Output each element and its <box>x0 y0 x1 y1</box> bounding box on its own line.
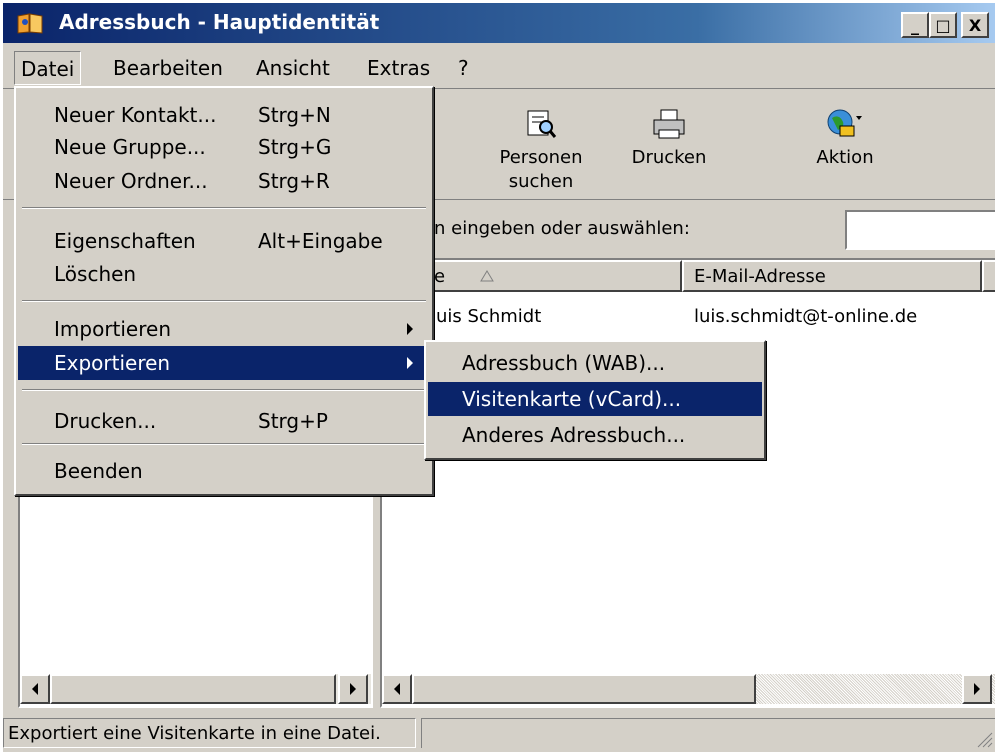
print-menu-label: Drucken... <box>54 409 157 433</box>
action-button[interactable]: Aktion <box>800 108 890 178</box>
menu-ansicht[interactable]: Ansicht <box>250 51 336 85</box>
submenu-arrow-icon <box>407 323 413 335</box>
search-people-label-line1: Personen <box>499 147 583 168</box>
menu-item-exit[interactable]: Beenden <box>18 452 430 490</box>
menu-item-import[interactable]: Importieren <box>18 310 430 348</box>
print-button[interactable]: Drucken <box>624 108 714 178</box>
column-header-extra <box>982 260 995 292</box>
title-bar[interactable]: Adressbuch - Hauptidentität _ □ X <box>3 3 995 43</box>
new-contact-shortcut: Strg+N <box>258 103 331 127</box>
maximize-button[interactable]: □ <box>929 12 957 38</box>
properties-shortcut: Alt+Eingabe <box>258 229 383 253</box>
new-group-shortcut: Strg+G <box>258 135 332 159</box>
export-label: Exportieren <box>54 351 171 375</box>
other-address-book-label: Anderes Adressbuch... <box>462 423 686 447</box>
search-people-icon <box>525 108 557 140</box>
new-folder-shortcut: Strg+R <box>258 169 330 193</box>
sort-ascending-icon <box>480 270 494 282</box>
exit-label: Beenden <box>54 459 143 483</box>
arrow-right-icon <box>350 683 356 695</box>
contact-email: luis.schmidt@t-online.de <box>694 306 918 327</box>
submenu-arrow-icon <box>407 357 413 369</box>
properties-label: Eigenschaften <box>54 229 196 253</box>
address-book-icon <box>17 12 43 34</box>
menu-separator <box>22 443 426 445</box>
import-label: Importieren <box>54 317 172 341</box>
menu-item-print[interactable]: Drucken... Strg+P <box>18 402 430 440</box>
menu-item-new-group[interactable]: Neue Gruppe... Strg+G <box>18 128 430 166</box>
arrow-left-icon <box>394 683 400 695</box>
status-bar: Exportiert eine Visitenkarte in eine Dat… <box>3 712 995 752</box>
delete-label: Löschen <box>54 262 137 286</box>
resize-grip-icon[interactable] <box>975 730 993 748</box>
folder-scroll-left-button[interactable] <box>20 674 50 704</box>
list-scroll-right-button[interactable] <box>962 674 992 704</box>
arrow-right-icon <box>974 683 980 695</box>
close-icon: X <box>968 15 982 35</box>
contact-name: uis Schmidt <box>436 306 542 327</box>
column-header-email[interactable]: E-Mail-Adresse <box>682 260 982 292</box>
list-scroll-thumb[interactable] <box>412 674 756 704</box>
submenu-item-vcard[interactable]: Visitenkarte (vCard)... <box>428 382 762 416</box>
minimize-button[interactable]: _ <box>901 12 929 38</box>
menu-extras[interactable]: Extras <box>361 51 436 85</box>
close-button[interactable]: X <box>961 12 989 38</box>
menu-separator <box>22 389 426 391</box>
menu-bearbeiten[interactable]: Bearbeiten <box>107 51 229 85</box>
minimize-icon: _ <box>911 15 919 35</box>
submenu-item-other-address-book[interactable]: Anderes Adressbuch... <box>428 418 762 452</box>
new-group-label: Neue Gruppe... <box>54 135 206 159</box>
print-label: Drucken <box>631 147 707 168</box>
menu-separator <box>22 300 426 302</box>
action-globe-icon <box>824 108 864 140</box>
menu-item-new-folder[interactable]: Neuer Ordner... Strg+R <box>18 162 430 200</box>
new-contact-label: Neuer Kontakt... <box>54 103 217 127</box>
search-prompt-label: n eingeben oder auswählen: <box>434 218 690 239</box>
menu-separator <box>22 207 426 209</box>
maximize-icon: □ <box>935 15 951 35</box>
table-row[interactable]: uis Schmidt luis.schmidt@t-online.de <box>384 296 995 332</box>
submenu-item-wab[interactable]: Adressbuch (WAB)... <box>428 346 762 380</box>
list-scroll-left-button[interactable] <box>382 674 412 704</box>
menu-datei[interactable]: Datei <box>14 51 82 85</box>
menu-item-export[interactable]: Exportieren <box>18 346 430 380</box>
column-email-label: E-Mail-Adresse <box>694 266 826 287</box>
search-name-input[interactable] <box>845 210 995 250</box>
new-folder-label: Neuer Ordner... <box>54 169 208 193</box>
wab-label: Adressbuch (WAB)... <box>462 351 666 375</box>
print-shortcut: Strg+P <box>258 409 328 433</box>
menu-help[interactable]: ? <box>452 51 475 85</box>
window-title: Adressbuch - Hauptidentität <box>59 10 380 34</box>
search-people-button[interactable]: Personen suchen <box>486 108 596 198</box>
action-label: Aktion <box>816 147 874 168</box>
status-text: Exportiert eine Visitenkarte in eine Dat… <box>3 718 416 748</box>
printer-icon <box>652 108 686 140</box>
menu-item-delete[interactable]: Löschen <box>18 255 430 293</box>
folder-scroll-right-button[interactable] <box>338 674 368 704</box>
arrow-left-icon <box>32 683 38 695</box>
column-name-label: e <box>434 266 446 287</box>
search-people-label-line2: suchen <box>508 171 574 192</box>
vcard-label: Visitenkarte (vCard)... <box>462 387 682 411</box>
status-pane-2 <box>421 718 995 748</box>
folder-scroll-thumb[interactable] <box>50 674 336 704</box>
